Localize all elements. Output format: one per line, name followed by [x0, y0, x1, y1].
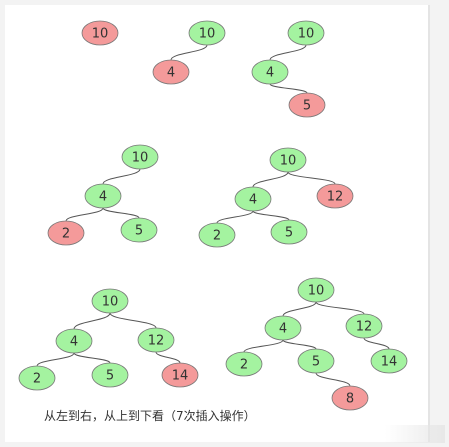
figure-canvas: 10 10 4 10 4 5 10 4 2 5 10 4 12 2 5 10 4 12 2 5 14 10 4 12 2 5 14 8… [0, 0, 449, 447]
bst-insertion-diagram: 10 10 4 10 4 5 10 4 2 5 10 4 12 2 5 10 4 12 2 5 14 10 4 12 2 5 14 8 [18, 20, 408, 411]
node-value: 14 [172, 369, 189, 384]
tree-node: 14 [370, 348, 408, 374]
tree-node: 2 [18, 365, 56, 391]
tree-edge [252, 171, 289, 188]
tree-edge [315, 372, 351, 387]
tree-node: 5 [297, 348, 335, 374]
tree-step-5: 10 4 12 2 5 [198, 147, 354, 248]
node-value: 12 [327, 190, 344, 205]
node-value: 2 [213, 229, 221, 244]
tree-node: 10 [91, 288, 129, 314]
tree-node: 12 [137, 327, 175, 353]
tree-node: 4 [264, 315, 302, 341]
tree-edge [216, 210, 254, 224]
node-value: 10 [92, 27, 109, 42]
tree-node: 4 [251, 59, 289, 85]
tree-edge [243, 339, 284, 353]
watermark-fade [385, 425, 445, 443]
tree-node: 12 [345, 313, 383, 339]
tree-step-1: 10 [81, 20, 119, 46]
tree-edge [102, 207, 140, 219]
node-value: 4 [266, 66, 274, 81]
tree-step-3: 10 4 5 [251, 20, 326, 118]
tree-edge [315, 301, 365, 315]
node-value: 10 [102, 295, 119, 310]
tree-edge [363, 337, 390, 350]
tree-edge [287, 171, 336, 185]
node-value: 5 [285, 226, 293, 241]
tree-node: 5 [120, 217, 158, 243]
tree-edge [282, 301, 317, 317]
tree-step-2: 10 4 [152, 20, 226, 85]
tree-node: 10 [121, 144, 159, 170]
tree-node: 2 [198, 222, 236, 248]
node-value: 2 [33, 372, 41, 387]
tree-node: 5 [91, 362, 129, 388]
inserted-node: 8 [331, 385, 369, 411]
inserted-node: 10 [81, 20, 119, 46]
tree-node: 5 [270, 219, 308, 245]
inserted-node: 5 [288, 92, 326, 118]
tree-edge [73, 352, 111, 364]
inserted-node: 14 [161, 362, 199, 388]
tree-step-6: 10 4 12 2 5 14 [18, 288, 199, 391]
node-value: 5 [303, 99, 311, 114]
inserted-node: 4 [152, 59, 190, 85]
node-value: 4 [249, 193, 257, 208]
node-value: 10 [298, 27, 315, 42]
node-value: 5 [135, 224, 143, 239]
node-value: 2 [240, 358, 248, 373]
tree-edge [252, 210, 290, 221]
inserted-node: 2 [47, 220, 85, 246]
tree-edge [269, 44, 307, 61]
node-value: 4 [70, 335, 78, 350]
node-value: 8 [346, 392, 354, 407]
tree-node: 4 [84, 183, 122, 209]
node-value: 2 [62, 227, 70, 242]
tree-edge [282, 339, 317, 350]
inserted-node: 12 [316, 183, 354, 209]
tree-edge [269, 83, 308, 94]
tree-edge [102, 168, 141, 185]
tree-edge [73, 312, 111, 330]
tree-edge [170, 44, 208, 61]
tree-step-4: 10 4 2 5 [47, 144, 159, 246]
tree-edge [155, 351, 181, 364]
node-value: 12 [356, 320, 373, 335]
tree-edge [36, 352, 75, 367]
node-value: 4 [279, 322, 287, 337]
node-value: 5 [312, 355, 320, 370]
tree-edge [65, 207, 104, 222]
tree-node: 2 [225, 351, 263, 377]
node-value: 10 [280, 154, 297, 169]
tree-node: 10 [188, 20, 226, 46]
node-value: 10 [199, 27, 216, 42]
node-value: 10 [132, 151, 149, 166]
tree-node: 10 [287, 20, 325, 46]
node-value: 10 [308, 284, 325, 299]
node-value: 4 [167, 66, 175, 81]
tree-node: 10 [269, 147, 307, 173]
tree-step-7: 10 4 12 2 5 14 8 [225, 277, 408, 411]
tree-node: 4 [234, 186, 272, 212]
node-value: 12 [148, 334, 165, 349]
figure-caption: 从左到右，从上到下看（7次插入操作） [44, 409, 256, 423]
tree-node: 4 [55, 328, 93, 354]
node-value: 4 [99, 190, 107, 205]
node-value: 5 [106, 369, 114, 384]
node-value: 14 [381, 355, 398, 370]
tree-node: 10 [297, 277, 335, 303]
tree-edge [109, 312, 157, 329]
